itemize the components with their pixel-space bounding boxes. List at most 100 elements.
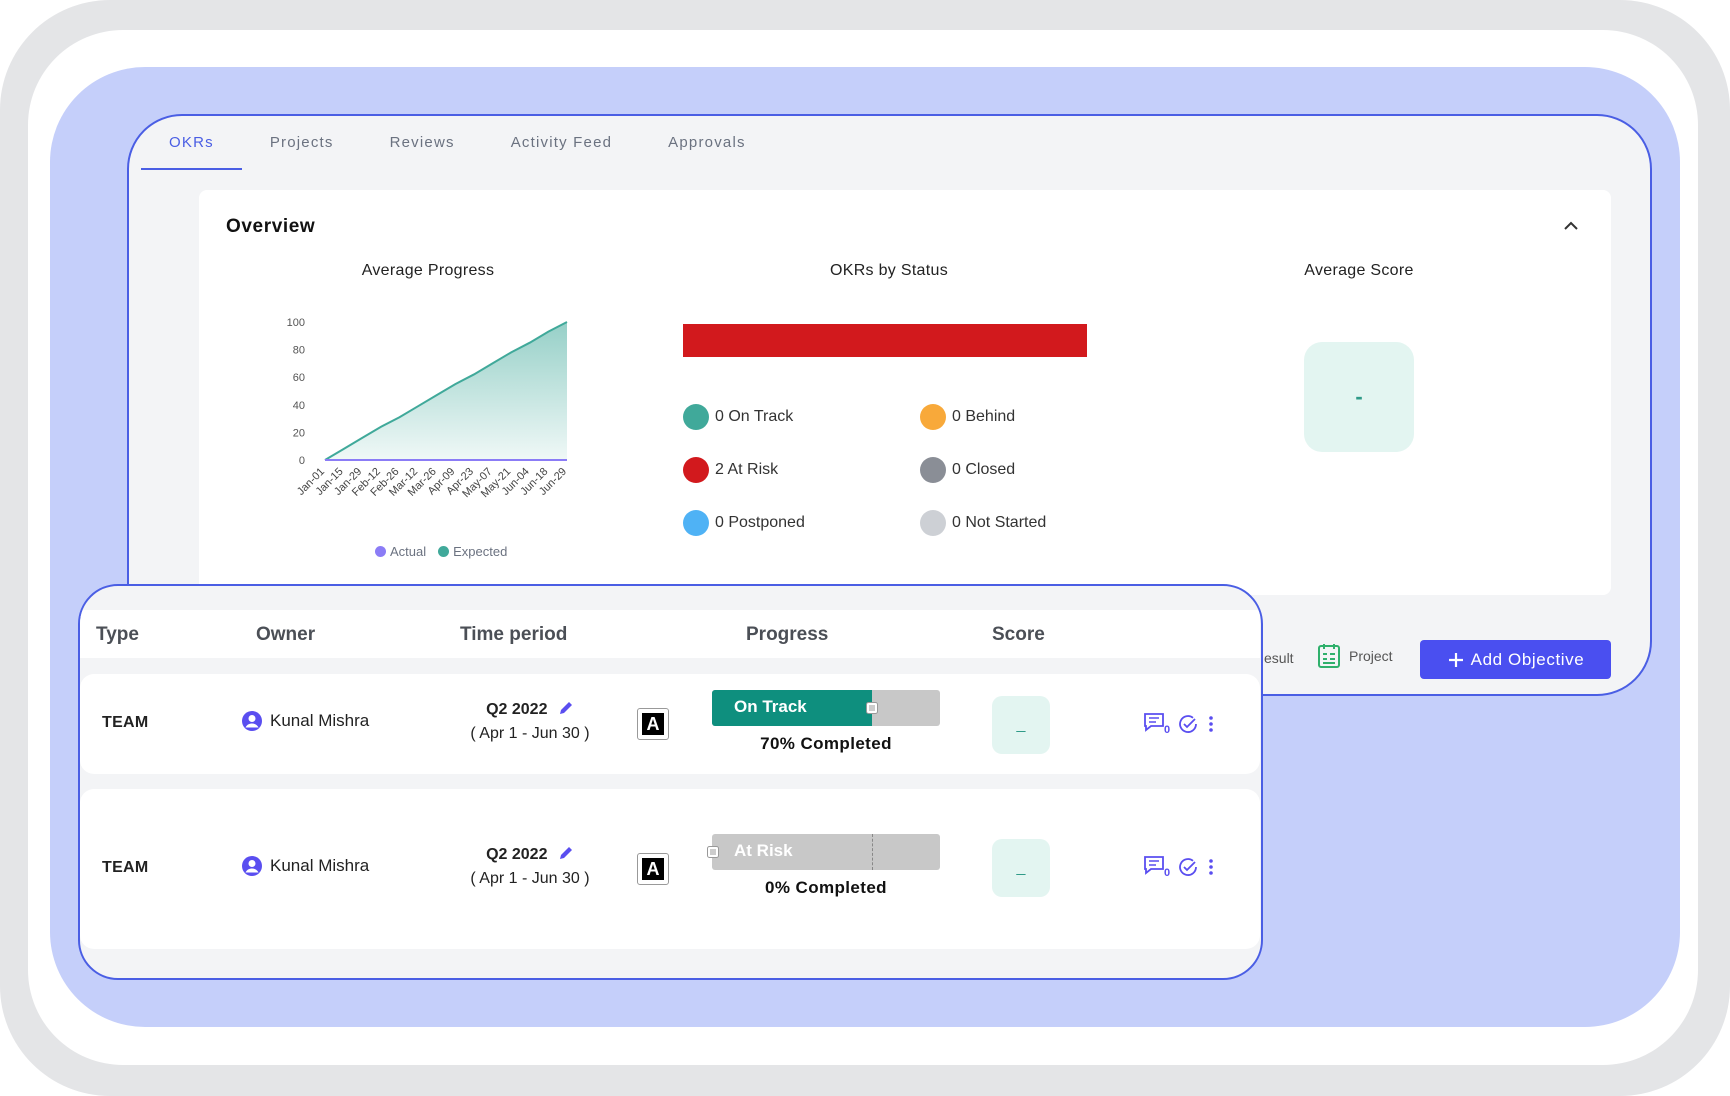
- overview-card: Overview Average Progress OKRs by Status…: [199, 190, 1611, 595]
- owner-name: Kunal Mishra: [270, 856, 370, 875]
- date-range: ( Apr 1 - Jun 30 ): [470, 725, 590, 742]
- date-range: ( Apr 1 - Jun 30 ): [470, 870, 590, 887]
- drag-handle-icon[interactable]: [707, 846, 719, 858]
- drag-handle-icon[interactable]: [866, 702, 878, 714]
- tab-reviews[interactable]: Reviews: [362, 116, 483, 170]
- score-cell[interactable]: _: [992, 839, 1050, 897]
- progress-status-label: At Risk: [734, 841, 793, 860]
- add-objective-button[interactable]: Add Objective: [1420, 640, 1611, 679]
- alignment-badge[interactable]: A: [637, 708, 669, 740]
- check-circle-icon[interactable]: [1177, 713, 1199, 735]
- check-circle-icon[interactable]: [1177, 856, 1199, 878]
- project-label: Project: [1349, 648, 1393, 664]
- progress-completed-text: 0% Completed: [765, 878, 887, 897]
- status-dot-not-started: [920, 510, 946, 536]
- y-tick-label: 20: [293, 427, 305, 439]
- status-label: 2 At Risk: [715, 461, 779, 478]
- status-behind: 0 Behind: [920, 404, 1015, 430]
- row-owner[interactable]: Kunal Mishra: [241, 855, 369, 877]
- average-score-title: Average Score: [1304, 262, 1414, 279]
- status-dot-on-track: [683, 404, 709, 430]
- legend-expected-swatch: [438, 546, 450, 557]
- average-progress-chart: 020406080100Jan-01Jan-15Jan-29Feb-12Feb-…: [287, 317, 569, 500]
- alignment-badge-letter: A: [642, 713, 664, 735]
- legend-expected-label: Expected: [453, 544, 508, 559]
- quarter-label: Q2 2022: [486, 846, 548, 863]
- status-dot-behind: [920, 404, 946, 430]
- status-dot-postponed: [683, 510, 709, 536]
- header-owner: Owner: [256, 624, 316, 645]
- tab-bar: OKRs Projects Reviews Activity Feed Appr…: [141, 116, 774, 170]
- quarter-label: Q2 2022: [486, 701, 548, 718]
- edit-pencil-icon[interactable]: [558, 845, 574, 861]
- row-actions: 0: [1143, 855, 1215, 879]
- progress-bar[interactable]: At Risk: [712, 834, 940, 870]
- average-progress-title: Average Progress: [361, 262, 495, 279]
- y-tick-label: 0: [299, 455, 305, 467]
- status-dot-closed: [920, 457, 946, 483]
- more-vertical-icon[interactable]: [1207, 857, 1215, 877]
- key-result-link-partial[interactable]: esult: [1264, 650, 1294, 666]
- status-not-started: 0 Not Started: [920, 510, 1046, 536]
- comment-icon: [1144, 856, 1164, 875]
- average-score-box: -: [1304, 342, 1414, 452]
- status-dot-at-risk: [683, 457, 709, 483]
- y-tick-label: 80: [293, 345, 305, 357]
- more-vertical-icon[interactable]: [1207, 714, 1215, 734]
- comments-button[interactable]: 0: [1143, 855, 1171, 879]
- status-on-track: 0 On Track: [683, 404, 793, 430]
- table-row[interactable]: TEAM Kunal Mishra Q2 2022 ( Apr 1 - Jun …: [80, 674, 1260, 774]
- expected-marker: [872, 834, 873, 870]
- comment-icon: [1144, 713, 1164, 732]
- row-time-period: Q2 2022 ( Apr 1 - Jun 30 ): [450, 843, 610, 891]
- project-link[interactable]: Project: [1317, 643, 1393, 669]
- okr-table-window: Type Owner Time period Progress Score TE…: [78, 584, 1263, 980]
- y-tick-label: 60: [293, 372, 305, 384]
- comment-count: 0: [1164, 867, 1171, 879]
- legend-actual-label: Actual: [390, 544, 427, 559]
- chevron-up-icon[interactable]: [1559, 214, 1583, 238]
- alignment-badge[interactable]: A: [637, 853, 669, 885]
- row-time-period: Q2 2022 ( Apr 1 - Jun 30 ): [450, 698, 610, 746]
- legend-actual: Actual: [375, 544, 426, 559]
- legend-expected: Expected: [438, 544, 507, 559]
- user-avatar-icon: [242, 711, 262, 731]
- edit-pencil-icon[interactable]: [558, 700, 574, 716]
- comment-count: 0: [1164, 724, 1171, 736]
- y-tick-label: 100: [287, 317, 305, 329]
- add-objective-label: Add Objective: [1470, 649, 1585, 669]
- table-row[interactable]: TEAM Kunal Mishra Q2 2022 ( Apr 1 - Jun …: [80, 789, 1260, 949]
- progress-completed-text: 70% Completed: [760, 734, 892, 753]
- row-owner[interactable]: Kunal Mishra: [241, 710, 369, 732]
- header-score: Score: [992, 624, 1045, 645]
- status-label: 0 On Track: [715, 408, 794, 425]
- status-distribution-bar: [683, 324, 1087, 357]
- row-type: TEAM: [102, 714, 149, 731]
- row-actions: 0: [1143, 712, 1215, 736]
- overview-title: Overview: [226, 216, 316, 237]
- tab-okrs[interactable]: OKRs: [141, 116, 242, 170]
- header-time-period: Time period: [460, 624, 568, 645]
- table-header: Type Owner Time period Progress Score: [80, 610, 1260, 658]
- tab-approvals[interactable]: Approvals: [640, 116, 774, 170]
- status-label: 0 Not Started: [952, 514, 1047, 531]
- status-at-risk: 2 At Risk: [683, 457, 778, 483]
- chart-legend: Actual Expected: [375, 544, 507, 559]
- header-progress: Progress: [746, 624, 829, 645]
- score-cell[interactable]: _: [992, 696, 1050, 754]
- row-type: TEAM: [102, 859, 149, 876]
- comments-button[interactable]: 0: [1143, 712, 1171, 736]
- status-label: 0 Behind: [952, 408, 1016, 425]
- status-postponed: 0 Postponed: [683, 510, 805, 536]
- user-avatar-icon: [242, 856, 262, 876]
- status-closed: 0 Closed: [920, 457, 1015, 483]
- tab-activity-feed[interactable]: Activity Feed: [483, 116, 640, 170]
- status-label: 0 Postponed: [715, 514, 805, 531]
- alignment-badge-letter: A: [642, 858, 664, 880]
- progress-bar[interactable]: On Track: [712, 690, 940, 726]
- plus-icon: [1448, 652, 1463, 667]
- tab-projects[interactable]: Projects: [242, 116, 362, 170]
- legend-actual-swatch: [375, 546, 386, 557]
- okrs-by-status-title: OKRs by Status: [829, 262, 949, 279]
- y-tick-label: 40: [293, 400, 305, 412]
